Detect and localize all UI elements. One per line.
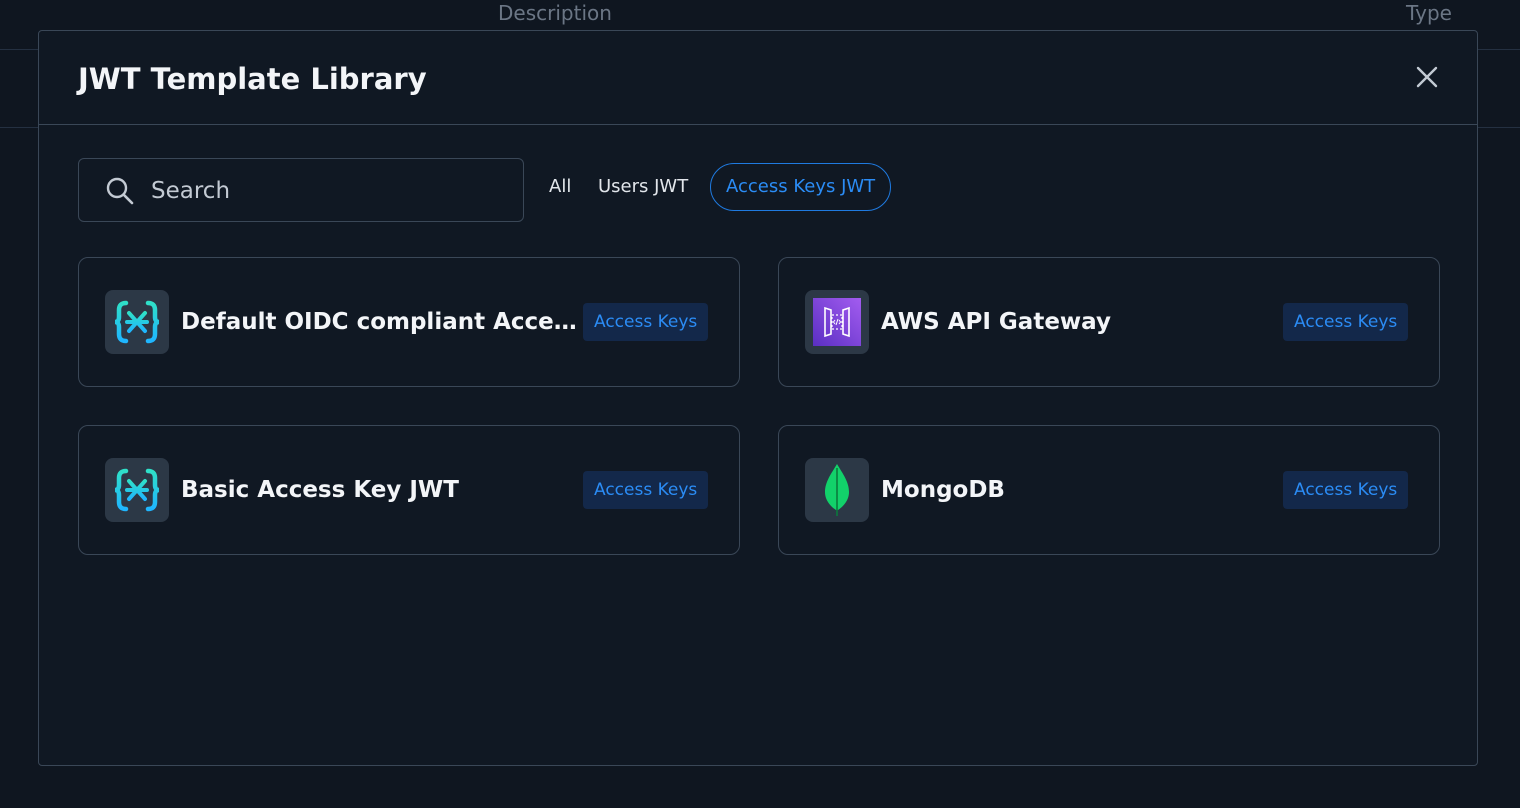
filter-all[interactable]: All <box>549 163 571 211</box>
template-title: Default OIDC compliant Access Key JWT <box>181 309 581 335</box>
search-icon <box>106 177 134 205</box>
template-card[interactable]: Default OIDC compliant Access Key JWT Ac… <box>78 257 740 387</box>
search-input[interactable] <box>151 173 511 209</box>
template-card[interactable]: AWS API Gateway Access Keys <box>778 257 1440 387</box>
filter-access-keys-jwt[interactable]: Access Keys JWT <box>710 163 892 211</box>
close-button[interactable] <box>1409 59 1445 95</box>
template-type-badge: Access Keys <box>583 303 709 341</box>
template-card[interactable]: MongoDB Access Keys <box>778 425 1440 555</box>
descope-logo-icon <box>105 458 169 522</box>
column-header-description: Description <box>498 1 612 25</box>
modal-header: JWT Template Library <box>39 31 1477 125</box>
filter-users-jwt[interactable]: Users JWT <box>598 163 688 211</box>
close-icon <box>1416 66 1438 88</box>
jwt-template-library-modal: JWT Template Library All Users JWT Acces… <box>38 30 1478 766</box>
template-type-badge: Access Keys <box>583 471 709 509</box>
template-card[interactable]: Basic Access Key JWT Access Keys <box>78 425 740 555</box>
template-title: AWS API Gateway <box>881 309 1111 335</box>
descope-logo-icon <box>105 290 169 354</box>
template-title: Basic Access Key JWT <box>181 477 459 503</box>
search-field[interactable] <box>78 158 524 222</box>
template-type-badge: Access Keys <box>1283 303 1409 341</box>
column-header-type: Type <box>1406 1 1452 25</box>
mongodb-leaf-icon <box>805 458 869 522</box>
template-type-badge: Access Keys <box>1283 471 1409 509</box>
modal-title: JWT Template Library <box>78 62 427 96</box>
template-title: MongoDB <box>881 477 1005 503</box>
aws-api-gateway-icon <box>805 290 869 354</box>
